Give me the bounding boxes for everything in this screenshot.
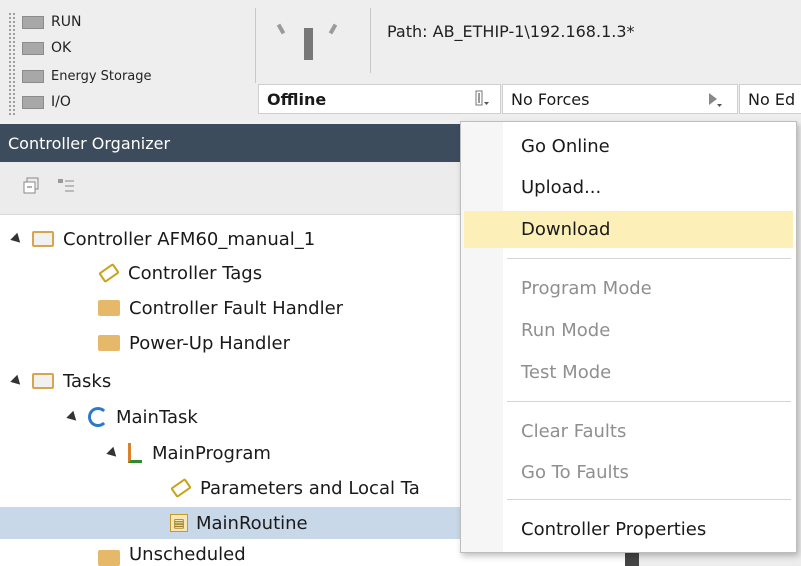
online-status-value: Offline <box>267 89 327 109</box>
tree-node-main-routine[interactable]: ▤ MainRoutine <box>0 507 460 539</box>
tree-node-main-program[interactable]: MainProgram <box>106 437 271 469</box>
tree-node-label: MainProgram <box>152 442 271 464</box>
ok-led-icon <box>22 41 44 55</box>
tag-icon <box>98 262 120 284</box>
forces-arrow-icon <box>709 93 722 107</box>
folder-icon <box>98 550 120 566</box>
folder-icon <box>98 300 120 316</box>
expand-arrow-icon[interactable] <box>10 374 24 388</box>
expand-arrow-icon[interactable] <box>106 446 120 460</box>
controller-mode-icon <box>475 90 489 106</box>
run-led-icon <box>22 15 44 29</box>
forces-status-value: No Forces <box>511 89 590 109</box>
folder-open-icon <box>32 231 54 247</box>
toolbar-grip[interactable] <box>8 12 16 116</box>
divider <box>370 8 371 73</box>
menu-item-test-mode[interactable]: Test Mode <box>464 354 793 391</box>
divider <box>255 8 256 83</box>
status-ok: OK <box>22 38 71 58</box>
expand-all-icon[interactable] <box>57 177 75 195</box>
menu-item-program-mode[interactable]: Program Mode <box>464 270 793 307</box>
folder-open-icon <box>32 373 54 389</box>
folder-icon <box>98 335 120 351</box>
program-icon <box>128 443 142 463</box>
tree-node-tasks[interactable]: Tasks <box>10 365 112 397</box>
tree-node-unscheduled[interactable]: Unscheduled <box>98 544 246 566</box>
tree-node-main-task[interactable]: MainTask <box>66 401 198 433</box>
online-status-dropdown[interactable]: Offline <box>258 84 501 114</box>
tree-node-label: Controller Tags <box>128 262 263 284</box>
status-run: RUN <box>22 12 81 32</box>
tree-node-label: Power-Up Handler <box>129 332 290 354</box>
menu-item-go-online[interactable]: Go Online <box>464 128 793 165</box>
tree-node-label: Tasks <box>63 370 112 392</box>
organizer-toolbar <box>0 162 460 215</box>
organizer-title-bar: Controller Organizer <box>0 124 460 162</box>
edits-status-value: No Ed <box>748 89 796 109</box>
menu-separator <box>507 401 791 402</box>
io-led-icon <box>22 95 44 109</box>
controller-mode-menu: Go Online Upload... Download Program Mod… <box>460 121 797 553</box>
organizer-title: Controller Organizer <box>8 133 171 153</box>
expand-arrow-icon[interactable] <box>10 232 24 246</box>
tree-node-controller-tags[interactable]: Controller Tags <box>98 257 263 289</box>
communication-path[interactable]: Path: AB_ETHIP-1\192.168.1.3* <box>387 22 635 41</box>
keyswitch-icon <box>275 14 345 74</box>
menu-item-go-to-faults[interactable]: Go To Faults <box>464 454 793 491</box>
tree-node-controller[interactable]: Controller AFM60_manual_1 <box>10 223 316 255</box>
collapse-all-icon[interactable] <box>22 177 40 195</box>
energy-storage-led-icon <box>22 69 44 83</box>
menu-item-controller-properties[interactable]: Controller Properties <box>464 511 793 548</box>
menu-item-upload[interactable]: Upload... <box>464 169 793 206</box>
ladder-routine-icon: ▤ <box>170 514 188 532</box>
tree-node-powerup-handler[interactable]: Power-Up Handler <box>98 327 290 359</box>
menu-separator <box>507 258 791 259</box>
tree-node-label: Unscheduled <box>129 544 246 565</box>
tree-node-label: Controller AFM60_manual_1 <box>63 228 316 250</box>
tree-node-label: Controller Fault Handler <box>129 297 344 319</box>
forces-status-dropdown[interactable]: No Forces <box>502 84 738 114</box>
edits-status-dropdown[interactable]: No Ed <box>739 84 801 114</box>
tree-node-parameters[interactable]: Parameters and Local Ta <box>170 472 420 504</box>
status-energy-storage: Energy Storage <box>22 66 152 86</box>
tag-icon <box>170 477 192 499</box>
tree-node-label: MainTask <box>116 406 198 428</box>
tree-node-label: MainRoutine <box>196 512 308 534</box>
controller-status-panel: RUN OK Energy Storage I/O <box>0 0 255 120</box>
expand-arrow-icon[interactable] <box>66 410 80 424</box>
menu-item-download[interactable]: Download <box>464 211 793 248</box>
menu-item-clear-faults[interactable]: Clear Faults <box>464 413 793 450</box>
tree-node-fault-handler[interactable]: Controller Fault Handler <box>98 292 343 324</box>
continuous-task-icon <box>88 407 108 427</box>
status-io: I/O <box>22 92 71 112</box>
menu-item-run-mode[interactable]: Run Mode <box>464 312 793 349</box>
menu-separator <box>507 499 791 500</box>
tree-node-label: Parameters and Local Ta <box>200 477 420 499</box>
